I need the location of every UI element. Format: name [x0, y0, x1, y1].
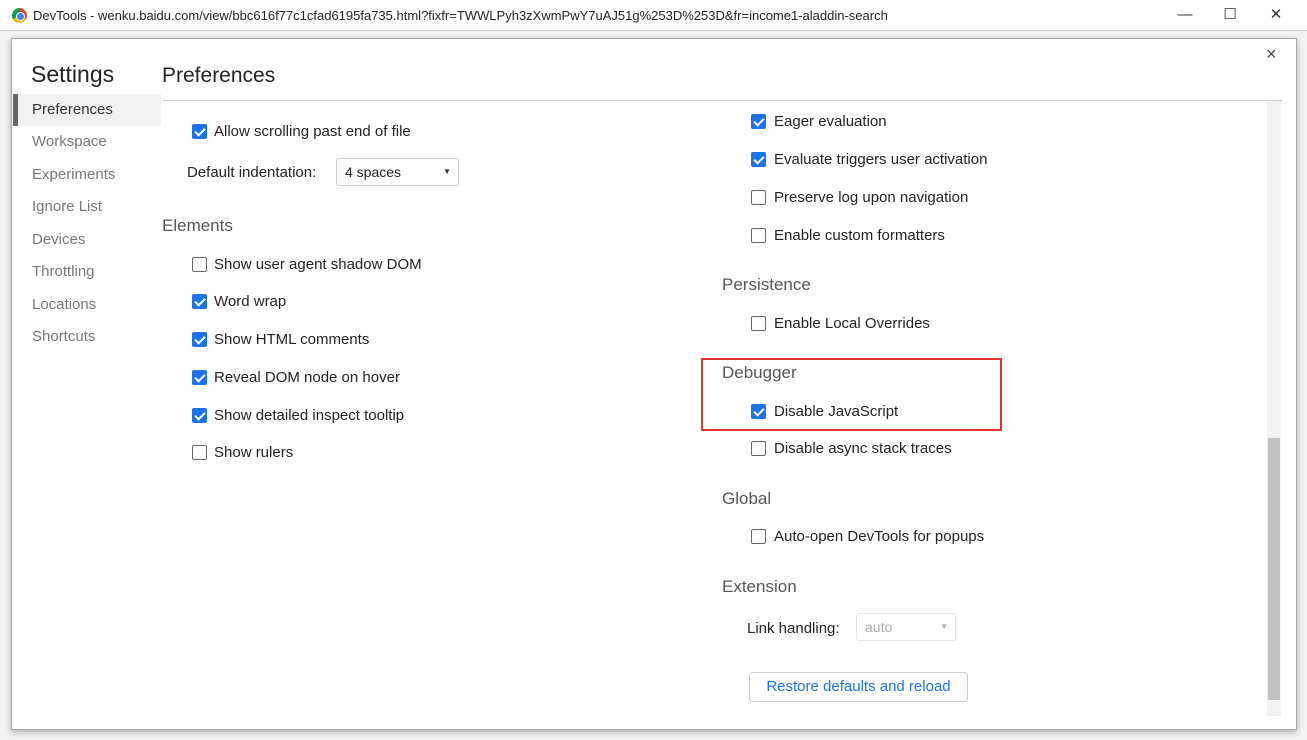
show-rulers-label: Show rulers: [214, 444, 294, 461]
elements-heading: Elements: [162, 216, 233, 235]
custom-formatters-checkbox[interactable]: [751, 228, 766, 243]
show-shadow-dom-label: Show user agent shadow DOM: [214, 256, 422, 273]
window-title: DevTools - wenku.baidu.com/view/bbc616f7…: [33, 8, 888, 23]
maximize-button[interactable]: ☐: [1215, 4, 1245, 26]
sidebar-item-ignore-list[interactable]: Ignore List: [13, 191, 161, 223]
page-title: Preferences: [162, 64, 276, 87]
auto-open-popups-checkbox[interactable]: [751, 529, 766, 544]
settings-title: Settings: [31, 61, 115, 87]
custom-formatters-label: Enable custom formatters: [774, 227, 945, 244]
minimize-button[interactable]: —: [1170, 4, 1200, 26]
indentation-select[interactable]: 4 spaces ▼: [336, 158, 459, 186]
inspect-tooltip-checkbox[interactable]: [192, 408, 207, 423]
local-overrides-checkbox[interactable]: [751, 316, 766, 331]
auto-open-popups-label: Auto-open DevTools for popups: [774, 528, 985, 545]
preserve-log-label: Preserve log upon navigation: [774, 189, 969, 206]
sidebar-item-workspace[interactable]: Workspace: [13, 126, 161, 158]
highlight-box: [701, 358, 1002, 431]
show-html-comments-label: Show HTML comments: [214, 331, 370, 348]
link-handling-value: auto: [865, 619, 893, 635]
link-handling-select[interactable]: auto ▼: [856, 613, 956, 641]
allow-scrolling-label: Allow scrolling past end of file: [214, 123, 411, 140]
window-titlebar: DevTools - wenku.baidu.com/view/bbc616f7…: [0, 0, 1307, 31]
link-handling-label: Link handling:: [747, 620, 840, 637]
show-html-comments-checkbox[interactable]: [192, 332, 207, 347]
word-wrap-label: Word wrap: [214, 293, 287, 310]
persistence-heading: Persistence: [722, 275, 811, 294]
evaluate-triggers-label: Evaluate triggers user activation: [774, 151, 988, 168]
inspect-tooltip-label: Show detailed inspect tooltip: [214, 407, 405, 424]
preserve-log-checkbox[interactable]: [751, 190, 766, 205]
dropdown-arrow-icon: ▼: [443, 167, 451, 176]
close-dialog-button[interactable]: ×: [1266, 44, 1277, 65]
close-window-button[interactable]: ✕: [1261, 4, 1291, 26]
eager-evaluation-label: Eager evaluation: [774, 113, 887, 130]
evaluate-triggers-checkbox[interactable]: [751, 152, 766, 167]
dropdown-arrow-icon: ▼: [940, 622, 948, 631]
show-shadow-dom-checkbox[interactable]: [192, 257, 207, 272]
sidebar-item-experiments[interactable]: Experiments: [13, 159, 161, 191]
sidebar-item-devices[interactable]: Devices: [13, 224, 161, 256]
indentation-value: 4 spaces: [345, 164, 402, 180]
divider: [162, 100, 1282, 101]
disable-async-label: Disable async stack traces: [774, 440, 952, 457]
local-overrides-label: Enable Local Overrides: [774, 315, 930, 332]
indentation-label: Default indentation:: [187, 164, 317, 181]
word-wrap-checkbox[interactable]: [192, 294, 207, 309]
chrome-icon: [12, 8, 27, 23]
sidebar-item-preferences[interactable]: Preferences: [13, 94, 161, 126]
sidebar-item-locations[interactable]: Locations: [13, 289, 161, 321]
reveal-dom-node-label: Reveal DOM node on hover: [214, 369, 400, 386]
eager-evaluation-checkbox[interactable]: [751, 114, 766, 129]
show-rulers-checkbox[interactable]: [192, 445, 207, 460]
restore-defaults-button[interactable]: Restore defaults and reload: [749, 672, 968, 702]
sidebar-item-throttling[interactable]: Throttling: [13, 256, 161, 288]
extension-heading: Extension: [722, 577, 797, 596]
scrollbar-thumb[interactable]: [1268, 438, 1280, 700]
allow-scrolling-checkbox[interactable]: [192, 124, 207, 139]
global-heading: Global: [722, 489, 772, 508]
reveal-dom-node-checkbox[interactable]: [192, 370, 207, 385]
sidebar-item-shortcuts[interactable]: Shortcuts: [13, 321, 161, 353]
disable-async-checkbox[interactable]: [751, 441, 766, 456]
